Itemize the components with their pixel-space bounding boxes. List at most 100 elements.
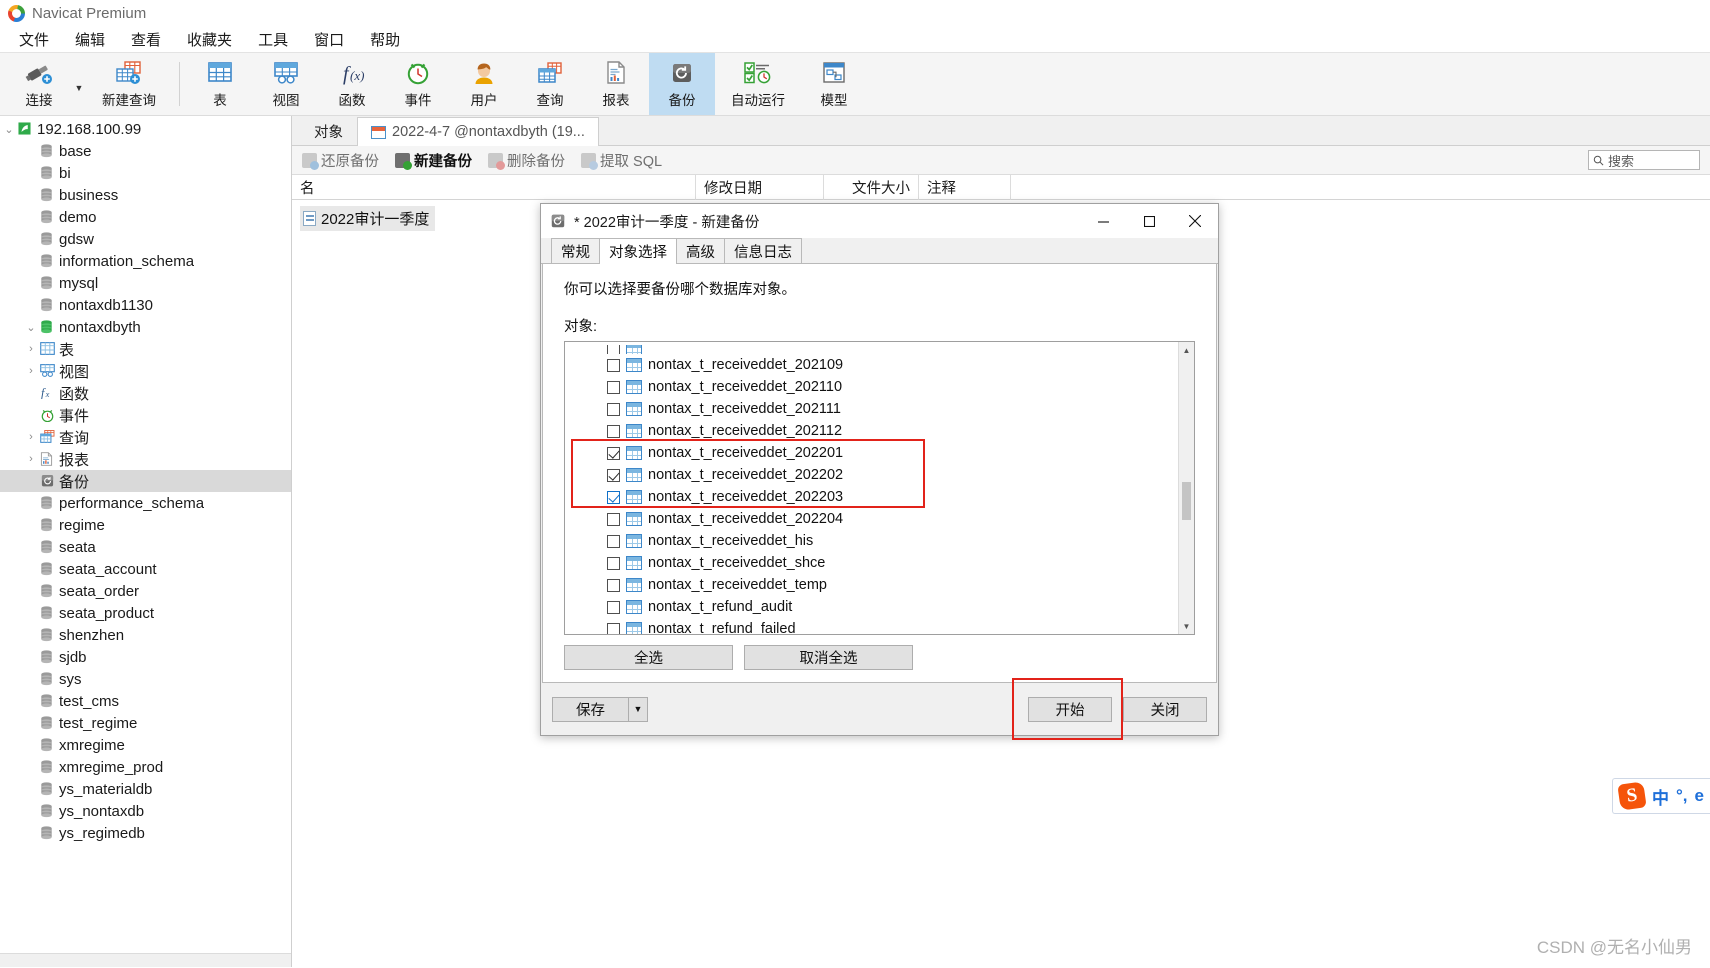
tree-item-database-ys_materialdb[interactable]: ys_materialdb <box>0 778 291 800</box>
object-checkbox[interactable] <box>607 512 620 526</box>
object-checkbox[interactable] <box>607 600 620 614</box>
dialog-tab-general[interactable]: 常规 <box>551 238 600 263</box>
menu-item-tools[interactable]: 工具 <box>245 26 301 53</box>
tree-item-report[interactable]: › 报表 <box>0 448 291 470</box>
tab-objects[interactable]: 对象 <box>300 116 357 145</box>
object-checkbox[interactable] <box>607 358 620 372</box>
sidebar-horizontal-scrollbar[interactable] <box>0 953 291 967</box>
deselect-all-button[interactable]: 取消全选 <box>744 645 913 670</box>
chevron-down-icon[interactable]: ⌄ <box>22 321 40 334</box>
tree-item-database-regime[interactable]: regime <box>0 514 291 536</box>
backup-list-row[interactable]: 2022审计一季度 <box>300 206 436 231</box>
ime-punctuation[interactable]: °, <box>1676 786 1688 806</box>
chevron-right-icon[interactable]: › <box>22 431 40 443</box>
checkbox[interactable] <box>607 345 620 354</box>
search-input[interactable]: 搜索 <box>1588 150 1700 170</box>
tree-item-database-bi[interactable]: bi <box>0 162 291 184</box>
object-list-scrollbar[interactable]: ▲ ▼ <box>1178 342 1194 634</box>
chevron-right-icon[interactable]: › <box>22 343 40 355</box>
tree-item-database-information_schema[interactable]: information_schema <box>0 250 291 272</box>
ime-browser-icon[interactable]: e <box>1695 786 1704 806</box>
object-checkbox[interactable] <box>607 468 620 482</box>
toolbar-backup[interactable]: 备份 <box>649 53 715 115</box>
chevron-down-icon[interactable]: ⌄ <box>0 123 18 136</box>
list-item[interactable]: nontax_t_refund_failed <box>565 618 1178 634</box>
toolbar-automation[interactable]: 自动运行 <box>715 53 801 115</box>
tree-item-database-sjdb[interactable]: sjdb <box>0 646 291 668</box>
tree-item-database-seata[interactable]: seata <box>0 536 291 558</box>
tree-item-database-ys_regimedb[interactable]: ys_regimedb <box>0 822 291 844</box>
object-checkbox[interactable] <box>607 534 620 548</box>
list-item[interactable]: nontax_t_receiveddet_202112 <box>565 420 1178 442</box>
save-button-group[interactable]: 保存 ▼ <box>552 696 648 722</box>
tree-item-database-ys_nontaxdb[interactable]: ys_nontaxdb <box>0 800 291 822</box>
tree-item-database-seata_order[interactable]: seata_order <box>0 580 291 602</box>
list-item[interactable]: nontax_t_receiveddet_202203 <box>565 486 1178 508</box>
tree-item-database-base[interactable]: base <box>0 140 291 162</box>
ime-mode[interactable]: 中 <box>1652 784 1669 809</box>
tree-item-database-demo[interactable]: demo <box>0 206 291 228</box>
column-header-name[interactable]: 名 <box>292 174 696 200</box>
object-checkbox[interactable] <box>607 622 620 634</box>
scrollbar-thumb[interactable] <box>1182 482 1191 520</box>
list-item[interactable]: nontax_t_receiveddet_202201 <box>565 442 1178 464</box>
select-all-button[interactable]: 全选 <box>564 645 733 670</box>
list-item-partial[interactable] <box>565 345 1178 354</box>
dialog-maximize-button[interactable] <box>1126 205 1172 238</box>
tree-item-database-nontaxdb1130[interactable]: nontaxdb1130 <box>0 294 291 316</box>
tree-item-query[interactable]: › 查询 <box>0 426 291 448</box>
chevron-right-icon[interactable]: › <box>22 453 40 465</box>
menu-item-file[interactable]: 文件 <box>6 26 62 53</box>
menu-item-favorites[interactable]: 收藏夹 <box>174 26 245 53</box>
connection-dropdown-arrow-icon[interactable]: ▼ <box>72 53 86 115</box>
chevron-right-icon[interactable]: › <box>22 365 40 377</box>
object-checkbox[interactable] <box>607 578 620 592</box>
tree-item-database-shenzhen[interactable]: shenzhen <box>0 624 291 646</box>
tree-item-database-gdsw[interactable]: gdsw <box>0 228 291 250</box>
list-item[interactable]: nontax_t_receiveddet_his <box>565 530 1178 552</box>
start-button[interactable]: 开始 <box>1028 696 1112 722</box>
toolbar-connection[interactable]: 连接 <box>6 53 72 115</box>
toolbar-event[interactable]: 事件 <box>385 53 451 115</box>
object-checkbox[interactable] <box>607 446 620 460</box>
list-item[interactable]: nontax_t_receiveddet_shce <box>565 552 1178 574</box>
toolbar-model[interactable]: 模型 <box>801 53 867 115</box>
tab-backup-session[interactable]: 2022-4-7 @nontaxdbyth (19... <box>357 117 599 146</box>
object-checkbox[interactable] <box>607 556 620 570</box>
extract-sql-button[interactable]: 提取 SQL <box>581 150 662 171</box>
dialog-close-button[interactable] <box>1172 205 1218 238</box>
menu-item-help[interactable]: 帮助 <box>357 26 413 53</box>
menu-item-edit[interactable]: 编辑 <box>62 26 118 53</box>
column-header-modified[interactable]: 修改日期 <box>696 174 824 200</box>
toolbar-function[interactable]: f (x) 函数 <box>319 53 385 115</box>
tree-item-database-xmregime_prod[interactable]: xmregime_prod <box>0 756 291 778</box>
tree-item-database-test_regime[interactable]: test_regime <box>0 712 291 734</box>
list-item[interactable]: nontax_t_receiveddet_202204 <box>565 508 1178 530</box>
tree-item-event[interactable]: 事件 <box>0 404 291 426</box>
ime-indicator[interactable]: S 中 °, e <box>1612 778 1710 814</box>
toolbar-query[interactable]: 查询 <box>517 53 583 115</box>
dialog-tab-advanced[interactable]: 高级 <box>676 238 725 263</box>
list-item[interactable]: nontax_t_receiveddet_202111 <box>565 398 1178 420</box>
tree-item-database-xmregime[interactable]: xmregime <box>0 734 291 756</box>
tree-item-connection[interactable]: ⌄ 192.168.100.99 <box>0 118 291 140</box>
list-item[interactable]: nontax_t_receiveddet_202202 <box>565 464 1178 486</box>
list-item[interactable]: nontax_t_refund_audit <box>565 596 1178 618</box>
object-checkbox[interactable] <box>607 424 620 438</box>
tree-item-database-seata_account[interactable]: seata_account <box>0 558 291 580</box>
tree-item-database-sys[interactable]: sys <box>0 668 291 690</box>
toolbar-view[interactable]: 视图 <box>253 53 319 115</box>
dialog-tab-message-log[interactable]: 信息日志 <box>724 238 802 263</box>
database-tree-sidebar[interactable]: ⌄ 192.168.100.99 base bi business demo g… <box>0 116 292 967</box>
tree-item-backup[interactable]: 备份 <box>0 470 291 492</box>
list-item[interactable]: nontax_t_receiveddet_202110 <box>565 376 1178 398</box>
scroll-up-arrow-icon[interactable]: ▲ <box>1179 342 1194 358</box>
toolbar-report[interactable]: 报表 <box>583 53 649 115</box>
menu-item-window[interactable]: 窗口 <box>301 26 357 53</box>
tree-item-database-test_cms[interactable]: test_cms <box>0 690 291 712</box>
column-header-size[interactable]: 文件大小 <box>824 174 919 200</box>
toolbar-new-query[interactable]: 新建查询 <box>86 53 172 115</box>
tree-item-database-business[interactable]: business <box>0 184 291 206</box>
tree-item-database-mysql[interactable]: mysql <box>0 272 291 294</box>
column-header-comment[interactable]: 注释 <box>919 174 1011 200</box>
